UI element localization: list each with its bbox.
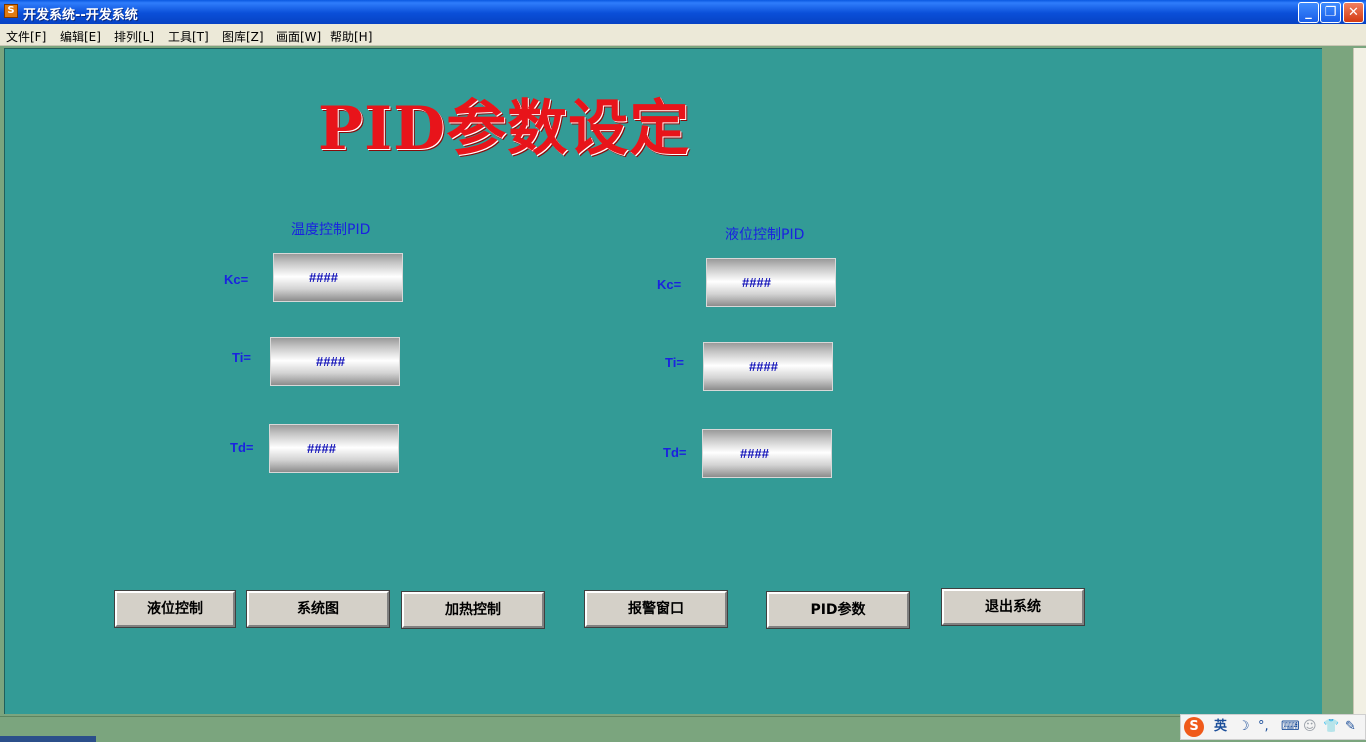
system-diagram-button[interactable]: 系统图 <box>246 590 390 628</box>
title-bar: S 开发系统--开发系统 _ ❐ ✕ <box>0 0 1366 24</box>
level-ti-value: #### <box>749 359 778 374</box>
heating-control-button[interactable]: 加热控制 <box>401 591 545 629</box>
temp-ti-label: Ti= <box>232 350 251 365</box>
page-title: PID参数设定 <box>318 94 691 164</box>
level-td-field[interactable]: #### <box>702 429 832 478</box>
vertical-scrollbar[interactable] <box>1353 48 1366 716</box>
exit-system-button[interactable]: 退出系统 <box>941 588 1085 626</box>
settings-wrench-icon[interactable]: ✎ <box>1345 718 1356 736</box>
menu-file[interactable]: 文件[F] <box>6 28 46 45</box>
menu-help[interactable]: 帮助[H] <box>330 28 372 45</box>
level-td-label: Td= <box>663 445 687 460</box>
keyboard-icon[interactable]: ⌨ <box>1281 718 1300 736</box>
level-kc-value: #### <box>742 275 771 290</box>
level-td-value: #### <box>740 446 769 461</box>
close-button[interactable]: ✕ <box>1343 2 1364 23</box>
temp-td-field[interactable]: #### <box>269 424 399 473</box>
half-width-moon-icon[interactable]: ☽ <box>1238 718 1250 736</box>
ime-mode-english[interactable]: 英 <box>1214 718 1227 736</box>
restore-button[interactable]: ❐ <box>1320 2 1341 23</box>
level-kc-field[interactable]: #### <box>706 258 836 307</box>
group-title-level: 液位控制PID <box>725 227 805 243</box>
pid-params-button[interactable]: PID参数 <box>766 591 910 629</box>
temp-ti-field[interactable]: #### <box>270 337 400 386</box>
temp-ti-value: #### <box>316 354 345 369</box>
level-kc-label: Kc= <box>657 277 682 292</box>
user-icon[interactable]: ☺ <box>1303 718 1317 736</box>
temp-kc-label: Kc= <box>224 272 249 287</box>
punctuation-icon[interactable]: °, <box>1258 718 1269 736</box>
ime-toolbar: S 英 ☽ °, ⌨ ☺ 👕 ✎ <box>1180 714 1366 740</box>
level-control-button[interactable]: 液位控制 <box>114 590 236 628</box>
window-title: 开发系统--开发系统 <box>23 8 138 23</box>
app-icon[interactable]: S <box>4 4 18 18</box>
menu-screen[interactable]: 画面[W] <box>276 28 321 45</box>
menu-bar: 文件[F] 编辑[E] 排列[L] 工具[T] 图库[Z] 画面[W] 帮助[H… <box>0 24 1366 46</box>
minimize-button[interactable]: _ <box>1298 2 1319 23</box>
level-ti-field[interactable]: #### <box>703 342 833 391</box>
taskbar-strip <box>0 736 96 742</box>
temp-td-label: Td= <box>230 440 254 455</box>
menu-arrange[interactable]: 排列[L] <box>114 28 154 45</box>
temp-td-value: #### <box>307 441 336 456</box>
level-ti-label: Ti= <box>665 355 684 370</box>
menu-edit[interactable]: 编辑[E] <box>60 28 101 45</box>
temp-kc-field[interactable]: #### <box>273 253 403 302</box>
status-bar <box>0 716 1366 742</box>
sogou-logo-icon[interactable]: S <box>1184 717 1204 737</box>
alarm-window-button[interactable]: 报警窗口 <box>584 590 728 628</box>
group-title-temperature: 温度控制PID <box>291 222 371 238</box>
menu-gallery[interactable]: 图库[Z] <box>222 28 264 45</box>
skin-shirt-icon[interactable]: 👕 <box>1323 718 1339 736</box>
temp-kc-value: #### <box>309 270 338 285</box>
menu-tools[interactable]: 工具[T] <box>168 28 209 45</box>
